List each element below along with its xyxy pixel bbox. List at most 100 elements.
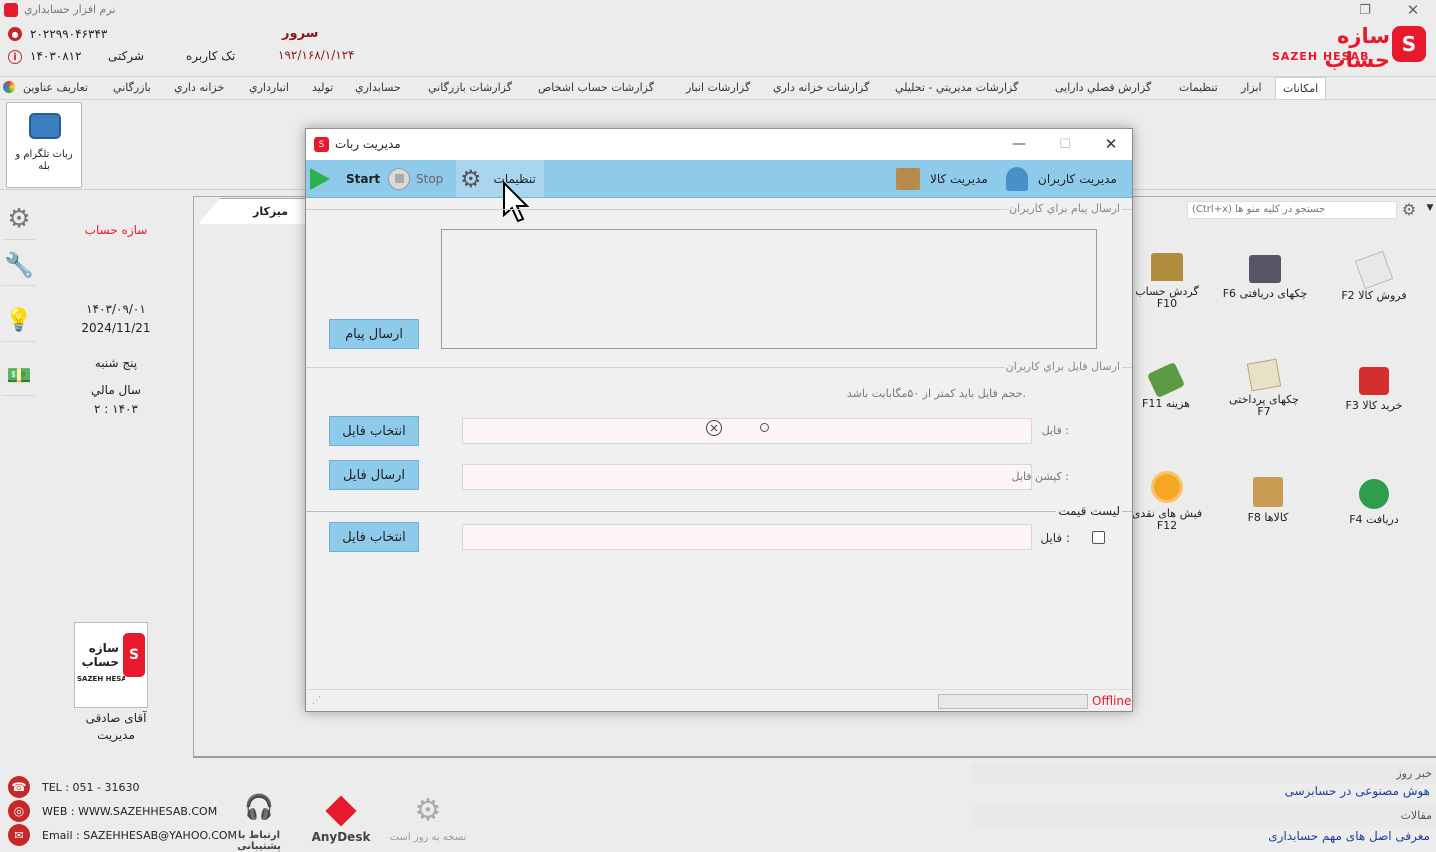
price-list-checkbox[interactable]: [1092, 531, 1105, 544]
goods-management-button[interactable]: مديريت کالا: [896, 160, 988, 197]
choose-file-button[interactable]: انتخاب فايل: [329, 416, 419, 446]
tab-desk[interactable]: میزکار: [198, 198, 308, 224]
send-message-button[interactable]: ارسال پيام: [329, 319, 419, 349]
menu-commerce[interactable]: بازرگاني: [113, 77, 151, 99]
support-button[interactable]: 🎧 ارتباط با پشتیبانی: [220, 792, 298, 852]
footer-web[interactable]: WEB : WWW.SAZEHHESAB.COM: [42, 805, 217, 818]
shortcut-paid-cheques[interactable]: چکهای پرداختی F7: [1214, 358, 1314, 417]
message-textarea[interactable]: [441, 229, 1097, 349]
bank-icon: [1151, 253, 1183, 281]
company-name: سازه حساب: [84, 223, 148, 237]
price-list-title: ليست قيمت: [1056, 504, 1122, 518]
menu-commerce-reports[interactable]: گزارشات بازرگاني: [428, 77, 512, 99]
news-header: خبر روز: [972, 764, 1436, 784]
settings-button[interactable]: ⚙ تنظيمات: [456, 160, 544, 197]
choose-price-file-button[interactable]: انتخاب فايل: [329, 522, 419, 552]
menu-management-reports[interactable]: گزارشات مديريتي - تحليلي: [895, 77, 1018, 99]
shortcut-sales-label: F2 فروش کالا: [1341, 289, 1407, 302]
info-icon[interactable]: i: [8, 50, 22, 64]
shortcut-received-cheques[interactable]: F6 چکهای دریافتی: [1210, 255, 1320, 300]
shortcut-goods[interactable]: F8 کالاها: [1228, 477, 1308, 524]
tips-tool[interactable]: 💡: [2, 300, 36, 342]
shortcut-purchase-label: F3 خرید کالا: [1345, 399, 1403, 412]
settings-gear-icon: ⚙: [460, 164, 482, 193]
menu-title-definitions[interactable]: تعاریف عناوین: [23, 77, 88, 99]
shortcut-receipts[interactable]: فیش های نقدی F12: [1124, 471, 1210, 531]
news-item[interactable]: هوش مصنوعی در حسابرسی: [1285, 784, 1430, 798]
users-management-button[interactable]: مديريت کاربران: [1006, 160, 1117, 197]
goods-icon: [1253, 477, 1283, 507]
shortcut-expense[interactable]: F11 هزینه: [1126, 361, 1206, 410]
article-item[interactable]: معرفی اصل های مهم حسابداری: [1268, 829, 1430, 843]
menu-orb-icon[interactable]: [3, 81, 15, 93]
shortcut-sales[interactable]: F2 فروش کالا: [1324, 250, 1424, 302]
menu-warehousing[interactable]: انبارداري: [249, 77, 289, 99]
settings-tool[interactable]: ⚙: [2, 198, 36, 240]
wrench-icon: 🔧: [4, 250, 34, 279]
menu-features[interactable]: امکانات: [1275, 77, 1327, 99]
users-management-label: مديريت کاربران: [1038, 171, 1117, 186]
footer-tel: TEL : 051 - 31630: [42, 781, 140, 794]
menu-production[interactable]: توليد: [312, 77, 333, 99]
receipt-icon: [1151, 471, 1183, 503]
goods-management-label: مديريت کالا: [930, 171, 988, 186]
message-section: ارسال پيام براي کاربران ارسال پيام: [306, 202, 1132, 355]
phone-icon: ☎: [8, 776, 30, 798]
server-ip: ۱۹۲/۱۶۸/۱/۱۲۴: [278, 48, 355, 62]
menu-search-input[interactable]: (Ctrl+x) جستجو در کلیه منو ها: [1187, 201, 1397, 219]
gear-icon: ⚙: [7, 203, 31, 234]
shortcut-account-turnover[interactable]: گردش حساب F10: [1124, 253, 1210, 309]
finance-tool[interactable]: 💵: [2, 354, 36, 396]
update-status[interactable]: ⚙ نسخه به روز است: [386, 793, 470, 850]
menu-accounting[interactable]: حسابداري: [355, 77, 401, 99]
minimize-icon[interactable]: —: [1002, 129, 1036, 159]
shortcut-purchase[interactable]: F3 خرید کالا: [1324, 367, 1424, 412]
info-panel: سازه حساب ۱۴۰۳/۰۹/۰۱ 2024/11/21 پنج شنبه…: [40, 196, 192, 756]
menu-warehouse-reports[interactable]: گزارشات انبار: [686, 77, 750, 99]
chevron-down-icon[interactable]: ▼: [1424, 201, 1436, 215]
file-caption-input[interactable]: [462, 464, 1032, 490]
brand-mark-icon: S: [1392, 26, 1426, 62]
purchase-icon: [1359, 367, 1389, 395]
file-label: فايل :: [1041, 424, 1069, 437]
brand-logo: S سازه حساب SAZEH HESAB: [1270, 24, 1430, 72]
menu-settings[interactable]: تنظیمات: [1179, 77, 1218, 99]
footer-email[interactable]: Email : SAZEHHESAB@YAHOO.COM: [42, 829, 237, 842]
info-header: ● ۲۰۲۲۹۹۰۴۶۳۴۳ i ۱۴۰۳۰۸۱۲ شرکتی تک کاربر…: [0, 20, 1436, 72]
start-button[interactable]: Start: [310, 160, 380, 197]
lock-icon: ●: [8, 27, 22, 41]
fiscal-year-label: سال مالي: [91, 383, 141, 397]
send-file-button[interactable]: ارسال فايل: [329, 460, 419, 490]
price-list-section: ليست قيمت فايل : انتخاب فايل: [306, 504, 1132, 571]
avatar-logo-icon: S: [123, 633, 145, 677]
user-avatar: سازه حساب S SAZEH HESAB: [74, 622, 148, 708]
window-title-bar: نرم افزار حسابداري ❐ ✕: [0, 0, 1436, 20]
busy-indicator-icon: [760, 423, 769, 432]
dialog-close-icon[interactable]: ✕: [1094, 129, 1128, 159]
close-icon[interactable]: ✕: [1398, 0, 1428, 20]
user-name: آقای صادقی: [85, 711, 147, 725]
stop-label: Stop: [416, 171, 444, 186]
price-file-input[interactable]: [462, 524, 1032, 550]
search-settings-gear-icon[interactable]: ⚙: [1399, 199, 1419, 219]
telegram-bot-button[interactable]: ربات تلگرام و بله: [6, 102, 82, 188]
globe-icon: ◎: [8, 800, 30, 822]
clear-file-icon[interactable]: ✕: [706, 420, 722, 436]
anydesk-button[interactable]: AnyDesk: [308, 794, 374, 850]
price-file-label: فايل :: [1040, 531, 1070, 545]
resize-grip-icon[interactable]: ⋰: [312, 696, 321, 706]
menu-treasury[interactable]: خزانه داري: [174, 77, 224, 99]
shortcut-receive[interactable]: F4 دریافت: [1334, 479, 1414, 526]
anydesk-label: AnyDesk: [311, 830, 371, 844]
restore-icon[interactable]: ❐: [1350, 0, 1380, 20]
wrench-tool[interactable]: 🔧: [2, 244, 36, 286]
maximize-icon[interactable]: ☐: [1048, 129, 1082, 159]
date-en: 2024/11/21: [81, 321, 151, 335]
user-icon: [1006, 166, 1028, 191]
stop-button[interactable]: Stop: [388, 160, 443, 197]
menu-treasury-reports[interactable]: گزارشات خزانه داري: [773, 77, 869, 99]
menu-tools[interactable]: ابزار: [1241, 77, 1262, 99]
file-path-input[interactable]: [462, 418, 1032, 444]
menu-account-reports[interactable]: گزارشات حساب اشخاص: [538, 77, 654, 99]
menu-quarterly-asset-report[interactable]: گزارش فصلي دارایی: [1055, 77, 1151, 99]
